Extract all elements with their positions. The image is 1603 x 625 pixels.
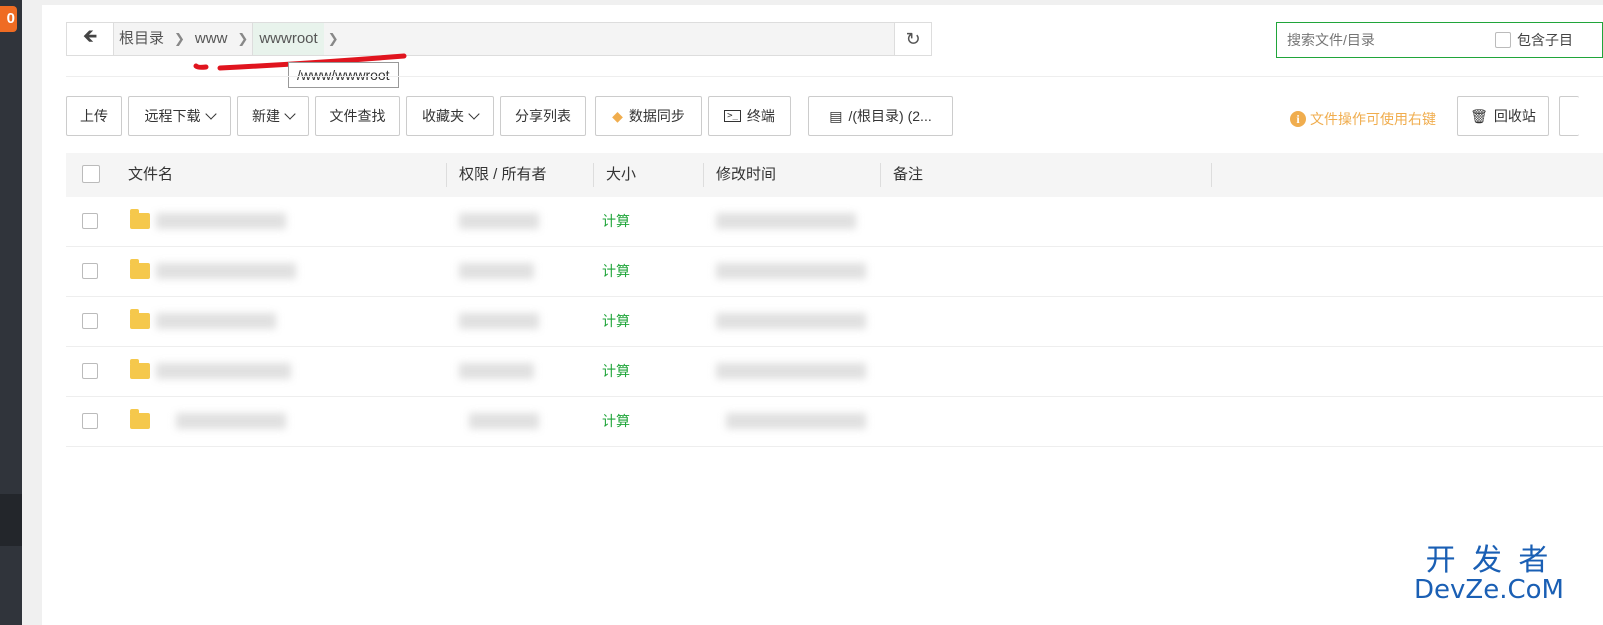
row-checkbox[interactable] (82, 313, 98, 329)
redacted-permission (459, 213, 539, 229)
folder-icon (130, 359, 150, 379)
chevron-right-icon: ❯ (237, 31, 249, 46)
size-calc-link[interactable]: 计算 (602, 361, 630, 381)
redacted-permission (459, 263, 534, 279)
favorites-button[interactable]: 收藏夹 (406, 96, 494, 136)
row-checkbox[interactable] (82, 263, 98, 279)
data-sync-button[interactable]: ◆ 数据同步 (595, 96, 702, 136)
redacted-filename (156, 213, 286, 229)
redacted-filename (156, 363, 291, 379)
more-button[interactable] (1559, 96, 1579, 136)
search-box: 包含子目 (1276, 22, 1603, 58)
chevron-down-icon (468, 108, 480, 120)
redacted-permission (469, 413, 539, 429)
table-row[interactable]: 计算 (66, 247, 1603, 297)
size-calc-link[interactable]: 计算 (602, 311, 630, 331)
column-divider (593, 163, 594, 187)
terminal-icon: >_ (724, 110, 741, 122)
redacted-filename (176, 413, 286, 429)
redacted-permission (459, 313, 539, 329)
arrow-left-icon: 🡸 (82, 26, 98, 46)
row-checkbox[interactable] (82, 213, 98, 229)
table-row[interactable]: 计算 (66, 397, 1603, 447)
header-mtime[interactable]: 修改时间 (716, 153, 776, 197)
breadcrumb-wwwroot[interactable]: wwwroot (252, 23, 324, 55)
folder-icon (130, 209, 150, 229)
include-subdir-option[interactable]: 包含子目 (1495, 30, 1573, 50)
refresh-button[interactable]: ↻ (894, 23, 931, 55)
redacted-mtime (716, 363, 866, 379)
upload-button[interactable]: 上传 (66, 96, 122, 136)
redacted-permission (459, 363, 534, 379)
header-name[interactable]: 文件名 (128, 153, 173, 197)
drive-icon: ▤ (829, 107, 843, 124)
size-calc-link[interactable]: 计算 (602, 411, 630, 431)
table-header: 文件名 权限 / 所有者 大小 修改时间 备注 (66, 153, 1603, 197)
file-manager-panel: 🡸 根目录 ❯ www ❯ wwwroot ❯ ↻ /www/wwwroot 包… (42, 5, 1603, 625)
refresh-icon: ↻ (905, 28, 921, 49)
folder-icon (130, 259, 150, 279)
chevron-down-icon (284, 108, 296, 120)
column-divider (703, 163, 704, 187)
header-permission[interactable]: 权限 / 所有者 (459, 153, 547, 197)
path-tooltip: /www/wwwroot (288, 62, 399, 88)
chevron-down-icon (204, 108, 217, 120)
breadcrumb-www[interactable]: www (189, 23, 234, 55)
chevron-right-icon: ❯ (174, 31, 185, 46)
terminal-button[interactable]: >_ 终端 (708, 96, 791, 136)
folder-icon (130, 309, 150, 329)
file-find-button[interactable]: 文件查找 (315, 96, 400, 136)
remote-download-button[interactable]: 远程下载 (128, 96, 231, 136)
redacted-mtime (726, 413, 866, 429)
share-list-button[interactable]: 分享列表 (500, 96, 586, 136)
redacted-mtime (716, 313, 866, 329)
row-checkbox[interactable] (82, 363, 98, 379)
watermark-line2: DevZe.CoM (1414, 574, 1564, 605)
back-button[interactable]: 🡸 (67, 23, 114, 55)
disk-button[interactable]: ▤/(根目录) (2... (808, 96, 953, 136)
row-checkbox[interactable] (82, 413, 98, 429)
column-divider (880, 163, 881, 187)
right-click-hint: i 文件操作可使用右键 (1290, 109, 1436, 129)
redacted-filename (156, 263, 296, 279)
file-table: 文件名 权限 / 所有者 大小 修改时间 备注 计算 计算 计算 计算 计算 (66, 153, 1603, 447)
diamond-icon: ◆ (612, 107, 623, 124)
redacted-filename (156, 313, 276, 329)
column-divider (446, 163, 447, 187)
notification-badge: 0 (0, 6, 17, 32)
header-note[interactable]: 备注 (893, 153, 923, 197)
chevron-right-icon[interactable]: ❯ (324, 31, 343, 47)
redacted-mtime (716, 213, 856, 229)
search-input[interactable] (1285, 31, 1479, 49)
include-subdir-label: 包含子目 (1517, 32, 1573, 48)
table-row[interactable]: 计算 (66, 197, 1603, 247)
breadcrumb-root[interactable]: 根目录 (113, 23, 170, 55)
info-icon: i (1290, 111, 1306, 127)
column-divider (1211, 163, 1212, 187)
sidebar: 0 (0, 0, 22, 625)
include-subdir-checkbox[interactable] (1495, 32, 1511, 48)
size-calc-link[interactable]: 计算 (602, 211, 630, 231)
table-row[interactable]: 计算 (66, 347, 1603, 397)
header-size[interactable]: 大小 (606, 153, 636, 197)
sidebar-active-item[interactable] (0, 494, 22, 546)
select-all-checkbox[interactable] (82, 165, 100, 183)
new-button[interactable]: 新建 (237, 96, 309, 136)
breadcrumb: 根目录 ❯ www ❯ wwwroot ❯ (113, 23, 343, 55)
size-calc-link[interactable]: 计算 (602, 261, 630, 281)
divider (66, 76, 1603, 77)
folder-icon (130, 409, 150, 429)
recycle-bin-button[interactable]: 🗑 回收站 (1457, 96, 1549, 136)
watermark: 开 发 者 DevZe.CoM (1414, 545, 1564, 604)
watermark-line1: 开 发 者 (1425, 544, 1553, 577)
path-bar: 🡸 根目录 ❯ www ❯ wwwroot ❯ ↻ (66, 22, 932, 56)
table-row[interactable]: 计算 (66, 297, 1603, 347)
redacted-mtime (716, 263, 866, 279)
trash-icon: 🗑 (1470, 107, 1488, 124)
